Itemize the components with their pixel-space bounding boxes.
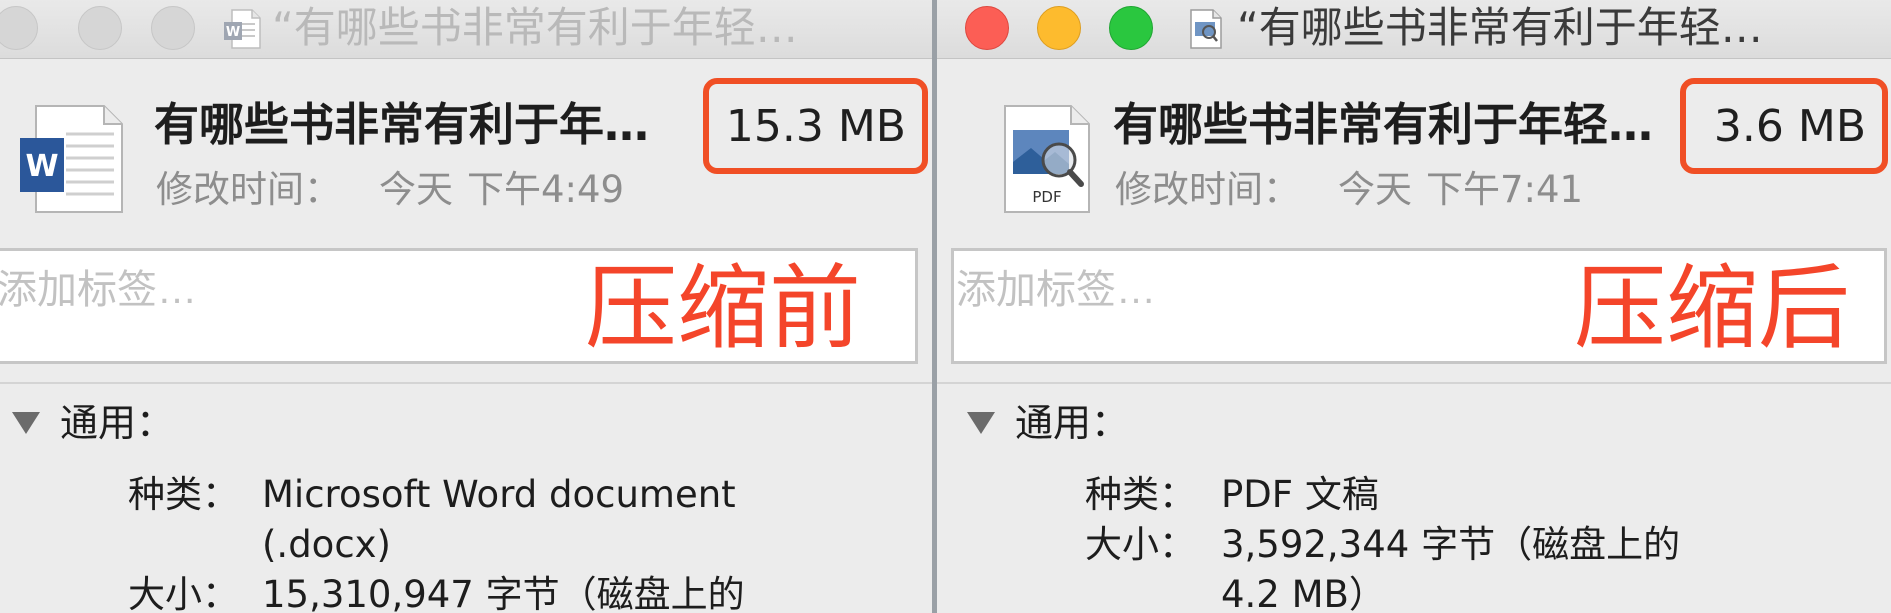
disclosure-triangle-icon (12, 411, 40, 434)
modified-label: 修改时间： (1115, 168, 1300, 211)
size-value: 3,592,344 字节（磁盘上的 (1221, 523, 1681, 566)
after-compression-stamp: 压缩后 (1574, 255, 1851, 362)
info-window-before: W “有哪些书非常有利于年轻… W 有哪些书非常有利于年… 修改时间： 今天 下午4… (0, 0, 932, 613)
tags-input[interactable]: 添加标签… 压缩后 (951, 248, 1887, 364)
modified-time: 下午4:49 (467, 168, 625, 211)
kind-value: PDF 文稿 (1221, 473, 1379, 516)
divider-line (0, 382, 932, 384)
modified-label: 修改时间： (156, 168, 341, 211)
file-size: 3.6 MB (1713, 100, 1866, 152)
svg-text:W: W (226, 25, 240, 40)
kind-label: 种类： (1085, 473, 1196, 516)
size-value-disk: 4.2 MB） (1221, 573, 1386, 613)
minimize-button[interactable] (1037, 6, 1081, 50)
modified-day: 今天 (1338, 168, 1412, 211)
info-window-after: “有哪些书非常有利于年轻… PDF 有哪些书非常有利于年轻… 修改时间： 今天 下午… (937, 0, 1891, 613)
pdf-document-icon: PDF (1004, 105, 1090, 213)
file-size-highlight: 3.6 MB (1680, 78, 1888, 174)
word-document-icon: W (20, 105, 123, 213)
title-pdf-icon (1190, 9, 1222, 49)
zoom-button[interactable] (1109, 6, 1153, 50)
file-name: 有哪些书非常有利于年… (154, 98, 650, 151)
modified-day: 今天 (379, 168, 453, 211)
svg-text:W: W (25, 149, 58, 184)
close-button[interactable] (0, 6, 38, 50)
general-section-toggle[interactable]: 通用： (967, 398, 1129, 448)
file-size: 15.3 MB (725, 100, 906, 152)
size-label: 大小： (1085, 523, 1196, 566)
kind-label: 种类： (128, 473, 239, 516)
titlebar: W “有哪些书非常有利于年轻… (0, 0, 932, 59)
general-section-toggle[interactable]: 通用： (12, 398, 174, 448)
window-title: “有哪些书非常有利于年轻… (1237, 3, 1763, 52)
minimize-button[interactable] (78, 6, 122, 50)
tags-input[interactable]: 添加标签… 压缩前 (0, 248, 918, 364)
svg-text:PDF: PDF (1032, 188, 1061, 206)
file-name: 有哪些书非常有利于年轻… (1113, 98, 1654, 151)
close-button[interactable] (965, 6, 1009, 50)
kind-value: Microsoft Word document (262, 473, 736, 516)
general-section-label: 通用： (1015, 401, 1130, 445)
window-title: “有哪些书非常有利于年轻… (272, 3, 798, 52)
modified-row: 修改时间： 今天 下午7:41 (1115, 166, 1583, 214)
file-size-highlight: 15.3 MB (703, 78, 928, 174)
general-section-label: 通用： (60, 401, 175, 445)
before-compression-stamp: 压缩前 (585, 255, 862, 362)
size-label: 大小： (128, 573, 239, 613)
kind-value-extension: (.docx) (262, 523, 391, 566)
disclosure-triangle-icon (967, 411, 995, 434)
tags-placeholder: 添加标签… (0, 268, 197, 312)
tags-placeholder: 添加标签… (956, 268, 1156, 312)
modified-row: 修改时间： 今天 下午4:49 (156, 166, 624, 214)
divider-line (937, 382, 1891, 384)
size-value: 15,310,947 字节（磁盘上的 (262, 573, 745, 613)
zoom-button[interactable] (151, 6, 195, 50)
modified-time: 下午7:41 (1426, 168, 1584, 211)
title-word-icon: W (224, 9, 261, 49)
titlebar: “有哪些书非常有利于年轻… (937, 0, 1891, 59)
